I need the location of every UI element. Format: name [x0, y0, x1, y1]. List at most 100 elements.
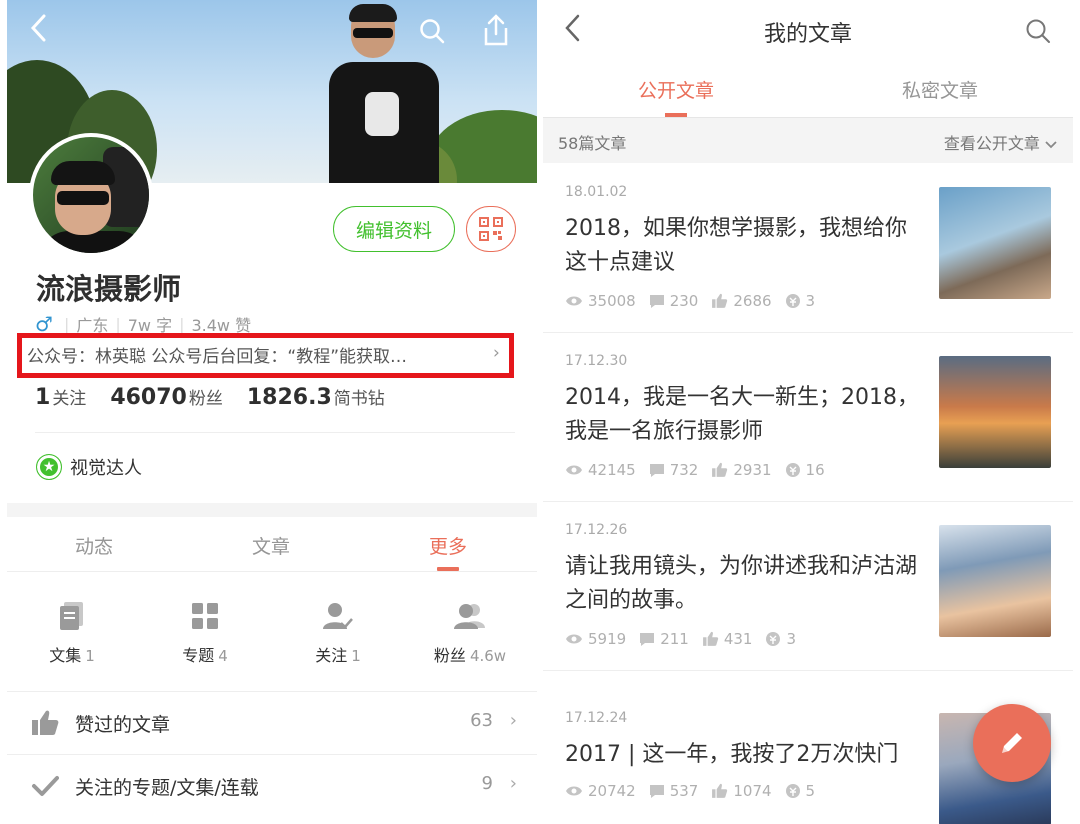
- article-title: 2017 | 这一年，我按了2万次快门: [565, 742, 899, 767]
- article-title: 2018，如果你想学摄影，我想给你这十点建议: [565, 216, 907, 275]
- search-icon[interactable]: [1025, 18, 1051, 48]
- view-count: 35008: [588, 292, 636, 310]
- followers-label: 粉丝: [188, 389, 223, 409]
- articles-panel: 我的文章 公开文章 私密文章 58篇文章 查看公开文章 18.01.02 201…: [543, 0, 1073, 824]
- followed-topics-label: 关注的专题/文集/连载: [75, 777, 259, 799]
- active-tab-indicator: [437, 567, 459, 571]
- thumbs-up-icon: [31, 709, 59, 737]
- reward-icon: [785, 784, 800, 798]
- liked-articles-label: 赞过的文章: [75, 714, 171, 736]
- article-item[interactable]: 17.12.30 2014，我是一名大一新生；2018，我是一名旅行摄影师 42…: [543, 333, 1073, 502]
- comment-count: 211: [660, 630, 689, 648]
- edit-profile-button[interactable]: 编辑资料: [333, 206, 455, 252]
- view-filter-label: 查看公开文章: [943, 134, 1040, 153]
- following-item[interactable]: 关注 1: [283, 600, 393, 666]
- article-title: 请让我用镜头，为你讲述我和泸沽湖之间的故事。: [565, 554, 918, 613]
- comment-count: 732: [669, 461, 699, 479]
- fans-count: 4.6w: [469, 647, 507, 665]
- article-meta: 20742 537 1074 5: [565, 782, 828, 800]
- thumbs-up-icon: [702, 631, 718, 646]
- tab-activity[interactable]: 动态: [75, 532, 113, 559]
- article-meta: 5919 211 431 3: [565, 630, 809, 648]
- tab-public-articles[interactable]: 公开文章: [638, 76, 714, 103]
- followed-topics-row[interactable]: 关注的专题/文集/连载 9 ›: [7, 754, 537, 816]
- section-gap: [7, 503, 537, 517]
- article-item[interactable]: 18.01.02 2018，如果你想学摄影，我想给你这十点建议 35008 23…: [543, 164, 1073, 333]
- tab-articles[interactable]: 文章: [252, 532, 290, 559]
- star-icon: ★: [36, 454, 62, 480]
- article-date: 17.12.30: [565, 353, 628, 369]
- view-count: 42145: [588, 461, 636, 479]
- nav-bar: 我的文章: [543, 0, 1073, 62]
- liked-articles-row[interactable]: 赞过的文章 63 ›: [7, 692, 537, 754]
- eye-icon: [566, 296, 582, 306]
- reward-count: 5: [805, 782, 816, 800]
- article-subbar: 58篇文章 查看公开文章: [543, 118, 1073, 163]
- view-filter-dropdown[interactable]: 查看公开文章: [944, 130, 1057, 154]
- chevron-right-icon: ›: [509, 710, 517, 731]
- followers-count[interactable]: 46070: [110, 385, 187, 410]
- fans-label: 粉丝: [433, 646, 466, 665]
- comment-icon: [649, 463, 664, 477]
- profile-bio[interactable]: 公众号：林英聪 公众号后台回复：“教程”能获取…: [27, 342, 507, 370]
- eye-icon: [566, 465, 582, 475]
- thumbs-up-icon: [712, 783, 728, 798]
- users-icon: [450, 600, 490, 632]
- reward-count: 3: [786, 630, 797, 648]
- reward-count: 16: [805, 461, 825, 479]
- thumbs-up-icon: [712, 293, 728, 308]
- reward-icon: [785, 294, 800, 308]
- article-meta: 42145 732 2931 16: [565, 461, 838, 479]
- fans-item[interactable]: 粉丝 4.6w: [415, 600, 525, 666]
- article-date: 17.12.26: [565, 522, 628, 538]
- pencil-icon: [1002, 733, 1022, 753]
- like-count: 2686: [733, 292, 772, 310]
- comment-count: 537: [669, 782, 699, 800]
- comment-icon: [649, 294, 664, 308]
- comment-icon: [640, 632, 655, 646]
- topics-count: 4: [218, 647, 228, 665]
- chevron-right-icon: ›: [493, 343, 500, 363]
- grid-icon: [185, 600, 225, 632]
- article-date: 17.12.24: [565, 710, 628, 726]
- view-count: 20742: [588, 782, 636, 800]
- thumbs-up-icon: [712, 462, 728, 477]
- followed-topics-count: 9: [481, 773, 493, 794]
- chevron-right-icon: ›: [509, 773, 517, 794]
- view-count: 5919: [588, 630, 627, 648]
- like-count: 1074: [733, 782, 772, 800]
- article-thumbnail[interactable]: [939, 525, 1051, 637]
- reward-icon: [766, 632, 781, 646]
- diamond-count[interactable]: 1826.3: [247, 385, 332, 410]
- tab-private-articles[interactable]: 私密文章: [902, 76, 978, 103]
- article-thumbnail[interactable]: [939, 356, 1051, 468]
- following-label: 关注: [52, 389, 87, 409]
- article-item[interactable]: 17.12.26 请让我用镜头，为你讲述我和泸沽湖之间的故事。 5919 211…: [543, 502, 1073, 671]
- write-button[interactable]: [973, 704, 1051, 782]
- badge-label: 视觉达人: [70, 458, 142, 479]
- topics-label: 专题: [182, 646, 215, 665]
- qr-code-button[interactable]: [466, 206, 516, 252]
- profile-tabs: 动态 文章 更多: [7, 518, 537, 572]
- share-icon[interactable]: [483, 14, 509, 50]
- reward-count: 3: [805, 292, 816, 310]
- article-meta: 35008 230 2686 3: [565, 292, 828, 310]
- liked-articles-count: 63: [470, 710, 493, 731]
- comment-icon: [649, 784, 664, 798]
- collections-count: 1: [85, 647, 95, 665]
- eye-icon: [566, 634, 582, 644]
- divider: [35, 432, 515, 433]
- collections-item[interactable]: 文集 1: [17, 600, 127, 666]
- collections-label: 文集: [49, 646, 82, 665]
- tab-more[interactable]: 更多: [429, 532, 467, 559]
- article-tabs: 公开文章 私密文章: [543, 62, 1073, 118]
- article-date: 18.01.02: [565, 184, 628, 200]
- search-icon[interactable]: [419, 18, 445, 48]
- chevron-down-icon: [1045, 140, 1057, 148]
- article-thumbnail[interactable]: [939, 187, 1051, 299]
- following-count[interactable]: 1: [35, 385, 50, 410]
- avatar[interactable]: [29, 133, 153, 257]
- back-icon[interactable]: [29, 14, 49, 46]
- topics-item[interactable]: 专题 4: [150, 600, 260, 666]
- user-check-icon: [318, 600, 358, 632]
